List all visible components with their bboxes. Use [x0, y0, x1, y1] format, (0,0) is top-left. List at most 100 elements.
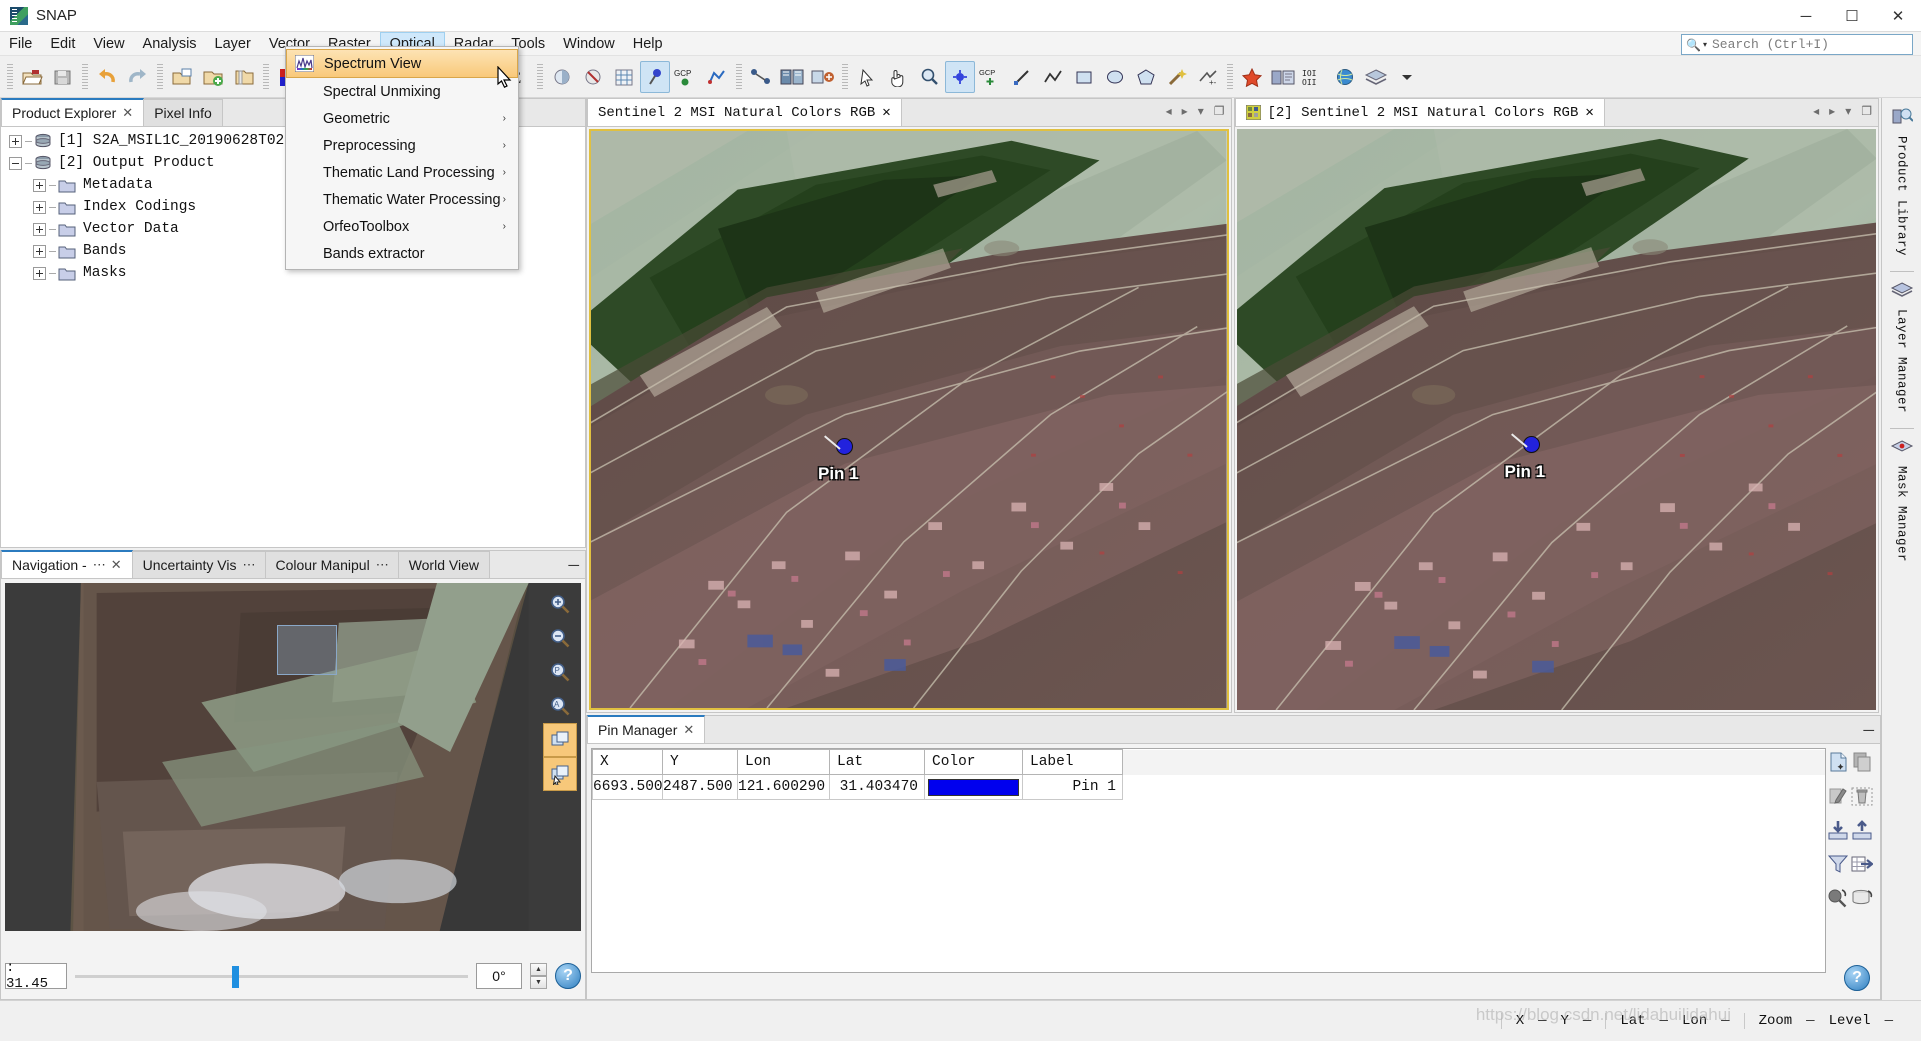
- menu-item-spectral-unmixing[interactable]: Spectral Unmixing: [286, 78, 518, 105]
- mask-area-button[interactable]: [547, 61, 577, 93]
- export-pins-button[interactable]: [1850, 818, 1874, 842]
- rotation-input[interactable]: 0°: [476, 963, 522, 989]
- image-canvas-1[interactable]: Pin 1: [589, 129, 1229, 710]
- column-header-lat[interactable]: Lat: [829, 749, 925, 775]
- copy-pin-button[interactable]: [1850, 750, 1874, 774]
- pin-overlay-button[interactable]: [640, 60, 670, 93]
- zoom-all-button[interactable]: A: [543, 689, 577, 723]
- column-header-x[interactable]: X: [592, 749, 663, 775]
- view-list-icon[interactable]: ▾: [1845, 104, 1851, 118]
- menu-item-thematic-water-processing[interactable]: Thematic Water Processing ›: [286, 186, 518, 213]
- sidebar-item-product-library[interactable]: Product Library: [1891, 106, 1914, 256]
- minimize-button[interactable]: ─: [1783, 0, 1829, 32]
- expand-icon[interactable]: [33, 222, 46, 236]
- zoom-slider-thumb[interactable]: [232, 966, 240, 988]
- zoom-tool-button[interactable]: [914, 61, 944, 93]
- rectangle-tool-button[interactable]: [1069, 61, 1099, 93]
- cell-y[interactable]: 2487.500: [662, 774, 738, 800]
- expand-icon[interactable]: [33, 200, 46, 214]
- tab-uncertainty-visualisation[interactable]: Uncertainty Vis ⋯: [131, 551, 266, 578]
- help-question-icon[interactable]: ?: [555, 963, 581, 989]
- tab-sentinel2-rgb-2[interactable]: [2] Sentinel 2 MSI Natural Colors RGB ✕: [1234, 98, 1605, 126]
- add-band-button[interactable]: [198, 61, 228, 93]
- bookmark-button[interactable]: [1237, 61, 1267, 93]
- pin-manager-help-button[interactable]: ?: [1844, 965, 1870, 991]
- menu-edit[interactable]: Edit: [41, 32, 84, 55]
- view-list-icon[interactable]: ▾: [1198, 104, 1204, 118]
- tab-world-view[interactable]: World View: [397, 551, 490, 578]
- column-header-lon[interactable]: Lon: [737, 749, 830, 775]
- ellipse-tool-button[interactable]: [1100, 61, 1130, 93]
- line-tool-button[interactable]: [1007, 61, 1037, 93]
- close-button[interactable]: ✕: [1875, 0, 1921, 32]
- pin-marker-2[interactable]: Pin 1: [1505, 433, 1545, 481]
- menu-file[interactable]: File: [0, 32, 41, 55]
- undo-button[interactable]: [92, 61, 122, 93]
- gcp-overlay-button[interactable]: GCP: [671, 61, 701, 93]
- menu-item-orfeotoolbox[interactable]: OrfeoToolbox ›: [286, 213, 518, 240]
- tab-pixel-info[interactable]: Pixel Info: [143, 99, 223, 126]
- magic-wand-tool-button[interactable]: [1162, 61, 1192, 93]
- toolbar-grip-3[interactable]: [157, 63, 163, 90]
- next-view-icon[interactable]: ▸: [1182, 104, 1188, 118]
- menu-item-spectrum-view[interactable]: Spectrum View: [286, 49, 518, 78]
- expand-icon[interactable]: [33, 266, 46, 280]
- edit-pin-button[interactable]: [1826, 784, 1850, 808]
- sync-views-button[interactable]: [543, 723, 577, 757]
- cell-lon[interactable]: 121.600290: [737, 774, 830, 800]
- pin-tool-button[interactable]: [945, 60, 975, 93]
- close-icon[interactable]: ✕: [111, 557, 122, 573]
- tab-navigation[interactable]: Navigation - ⋯ ✕: [1, 550, 133, 578]
- toolbar-grip-2[interactable]: [82, 63, 88, 90]
- close-icon[interactable]: ✕: [122, 105, 133, 121]
- toolbar-grip-4[interactable]: [263, 63, 269, 90]
- zoom-slider[interactable]: [75, 963, 468, 989]
- sync-cursors-button[interactable]: [543, 757, 577, 791]
- polyline-tool-button[interactable]: [1038, 61, 1068, 93]
- product-library-button[interactable]: [1268, 61, 1298, 93]
- toolbar-grip-7[interactable]: [736, 63, 742, 90]
- subset-button[interactable]: [777, 61, 807, 93]
- menu-item-preprocessing[interactable]: Preprocessing ›: [286, 132, 518, 159]
- column-header-label[interactable]: Label: [1022, 749, 1123, 775]
- minimize-panel-button[interactable]: ─: [1863, 722, 1874, 739]
- sidebar-item-mask-manager[interactable]: Mask Manager: [1890, 438, 1914, 562]
- prev-view-icon[interactable]: ◂: [1166, 104, 1172, 118]
- select-tool-button[interactable]: [852, 61, 882, 93]
- spinner-up-button[interactable]: ▲: [530, 963, 547, 976]
- expand-icon[interactable]: [33, 178, 46, 192]
- filter-columns-button[interactable]: [1826, 852, 1850, 876]
- pin-marker-1[interactable]: Pin 1: [818, 435, 859, 483]
- close-icon[interactable]: ✕: [882, 104, 890, 121]
- new-pin-button[interactable]: [1826, 750, 1850, 774]
- graticule-overlay-button[interactable]: [609, 61, 639, 93]
- open-product-button[interactable]: [17, 61, 47, 93]
- navigation-viewport-box[interactable]: [277, 625, 337, 675]
- maximize-view-icon[interactable]: ❐: [1861, 104, 1872, 118]
- cell-color[interactable]: [924, 774, 1023, 800]
- zoom-to-pin-button[interactable]: [1826, 886, 1850, 910]
- menu-analysis[interactable]: Analysis: [134, 32, 206, 55]
- polygon-tool-button[interactable]: [1131, 61, 1161, 93]
- image-canvas-2[interactable]: Pin 1: [1236, 129, 1876, 710]
- tab-product-explorer[interactable]: Product Explorer ✕: [1, 98, 145, 126]
- table-row[interactable]: 6693.500 2487.500 121.600290 31.403470 P…: [592, 774, 1825, 800]
- pin-table-container[interactable]: X Y Lon Lat Color Label 6693.500 2487.50…: [591, 748, 1826, 973]
- menu-window[interactable]: Window: [554, 32, 624, 55]
- zoom-factor-input[interactable]: : 31.45: [5, 960, 67, 992]
- toolbar-grip[interactable]: [7, 63, 13, 90]
- binary-button[interactable]: IOI OII: [1299, 61, 1329, 93]
- prev-view-icon[interactable]: ◂: [1813, 104, 1819, 118]
- menu-item-bands-extractor[interactable]: Bands extractor: [286, 240, 518, 267]
- rotation-spinner[interactable]: ▲ ▼: [530, 963, 547, 989]
- tab-colour-manipulation[interactable]: Colour Manipul ⋯: [264, 551, 399, 578]
- toolbar-grip-6[interactable]: [537, 63, 543, 90]
- cell-label[interactable]: Pin 1: [1022, 774, 1123, 800]
- transfer-pins-button[interactable]: [1850, 886, 1874, 910]
- tab-pin-manager[interactable]: Pin Manager ✕: [587, 715, 706, 743]
- delete-pin-button[interactable]: [1850, 784, 1874, 808]
- toolbar-grip-8[interactable]: [842, 63, 848, 90]
- vector-data-button[interactable]: [746, 61, 776, 93]
- close-icon[interactable]: ✕: [683, 722, 694, 738]
- menu-item-geometric[interactable]: Geometric ›: [286, 105, 518, 132]
